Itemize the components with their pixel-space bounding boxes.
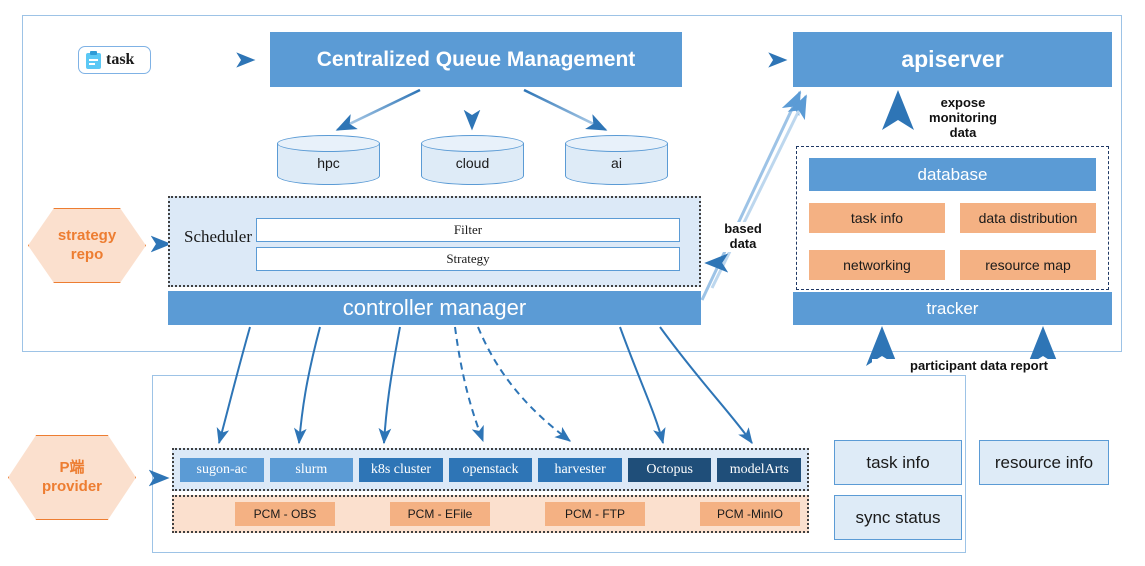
queue-label: cloud xyxy=(455,155,490,171)
scheduler-label: Scheduler xyxy=(184,227,252,246)
annotation-line: based xyxy=(724,221,762,236)
pcm-module-obs[interactable]: PCM - OBS xyxy=(235,502,335,526)
annotation-line: data xyxy=(949,124,977,140)
queue-label: hpc xyxy=(317,155,340,171)
annotation-line: data xyxy=(729,235,757,251)
strategy-repo-line: repo xyxy=(70,245,104,263)
centralized-queue-management-box[interactable]: Centralized Queue Management xyxy=(270,32,682,87)
queue-cylinder-ai[interactable]: ai xyxy=(565,135,668,185)
pcm-module-efile[interactable]: PCM - EFile xyxy=(390,502,490,526)
info-box-sync-status[interactable]: sync status xyxy=(834,495,962,540)
provider-openstack[interactable]: openstack xyxy=(448,457,533,482)
provider-repo-line: P端 xyxy=(59,458,85,476)
provider-sugon-ac[interactable]: sugon-ac xyxy=(180,457,264,482)
provider-harvester[interactable]: harvester xyxy=(538,457,622,482)
clipboard-icon xyxy=(86,51,101,69)
based-data-label: based data xyxy=(714,221,772,252)
database-cell-resource-map[interactable]: resource map xyxy=(960,250,1096,280)
pcm-module-ftp[interactable]: PCM - FTP xyxy=(545,502,645,526)
provider-band: sugon-ac slurm k8s cluster openstack har… xyxy=(172,448,809,491)
database-header[interactable]: database xyxy=(809,158,1096,191)
scheduler-row-strategy[interactable]: Strategy xyxy=(256,247,680,271)
tracker-box[interactable]: tracker xyxy=(793,292,1112,325)
pcm-band: PCM - OBS PCM - EFile PCM - FTP PCM -Min… xyxy=(172,495,809,533)
scheduler-rows: Filter Strategy xyxy=(256,218,680,271)
provider-k8s-cluster[interactable]: k8s cluster xyxy=(359,457,443,482)
controller-manager-box[interactable]: controller manager xyxy=(168,291,701,325)
annotation-line: monitoring xyxy=(929,109,997,125)
info-box-task-info[interactable]: task info xyxy=(834,440,962,485)
provider-modelarts[interactable]: modelArts xyxy=(717,457,802,482)
database-cell-data-distribution[interactable]: data distribution xyxy=(960,203,1096,233)
task-chip[interactable]: task xyxy=(78,46,151,74)
apiserver-box[interactable]: apiserver xyxy=(793,32,1112,87)
pcm-module-minio[interactable]: PCM -MinIO xyxy=(700,502,800,526)
provider-slurm[interactable]: slurm xyxy=(269,457,354,482)
annotation-line: expose xyxy=(940,95,986,110)
database-cell-networking[interactable]: networking xyxy=(809,250,945,280)
queue-cylinder-cloud[interactable]: cloud xyxy=(421,135,524,185)
provider-repo-hexagon[interactable]: P端 provider xyxy=(8,435,136,520)
participant-data-report-label: participant data report xyxy=(872,358,1086,374)
task-chip-label: task xyxy=(106,51,135,68)
expose-monitoring-data-label: expose monitoring data xyxy=(915,95,1011,141)
strategy-repo-line: strategy xyxy=(57,226,117,244)
database-cell-task-info[interactable]: task info xyxy=(809,203,945,233)
info-box-resource-info[interactable]: resource info xyxy=(979,440,1109,485)
queue-label: ai xyxy=(611,155,622,171)
queue-cylinder-hpc[interactable]: hpc xyxy=(277,135,380,185)
provider-octopus[interactable]: Octopus xyxy=(627,457,712,482)
scheduler-row-filter[interactable]: Filter xyxy=(256,218,680,242)
provider-repo-line: provider xyxy=(41,477,102,495)
